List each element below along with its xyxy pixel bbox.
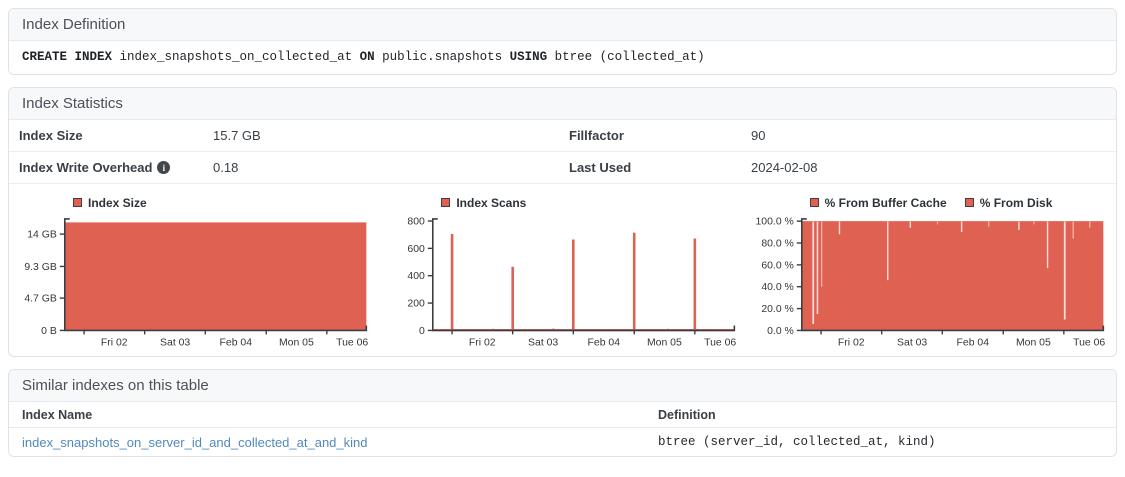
legend-swatch-icon bbox=[810, 198, 819, 207]
svg-text:80.0 %: 80.0 % bbox=[761, 238, 794, 249]
stats-row: Index Size 15.7 GB Fillfactor 90 bbox=[9, 120, 1116, 152]
stat-value-index-size: 15.7 GB bbox=[213, 128, 569, 143]
similar-indexes-table: Index Name Definition index_snapshots_on… bbox=[9, 402, 1116, 456]
svg-text:Tue 06: Tue 06 bbox=[704, 337, 736, 348]
svg-text:800: 800 bbox=[408, 216, 426, 227]
svg-text:Sat 03: Sat 03 bbox=[160, 337, 190, 348]
legend-label: % From Buffer Cache bbox=[825, 196, 947, 210]
stat-value-last-used: 2024-02-08 bbox=[751, 160, 1106, 175]
chart-canvas: 0.0 % 20.0 % 40.0 % 60.0 % 80.0 % 100.0 % Fri … bbox=[752, 211, 1110, 352]
similar-indexes-table-header: Index Name Definition bbox=[9, 402, 1116, 428]
charts-row: Index Size 0 B 4.7 GB 9.3 GB 14 GB Fri 02 Sat… bbox=[9, 184, 1116, 356]
similar-indexes-panel: Similar indexes on this table Index Name… bbox=[8, 369, 1117, 457]
similar-index-link[interactable]: index_snapshots_on_server_id_and_collect… bbox=[22, 435, 367, 450]
svg-text:200: 200 bbox=[408, 299, 426, 310]
info-icon[interactable]: i bbox=[157, 161, 170, 174]
legend-label: Index Scans bbox=[456, 196, 526, 210]
sql-keyword: USING bbox=[510, 50, 555, 64]
chart-legend: Index Size bbox=[73, 194, 373, 211]
legend-item: % From Buffer Cache bbox=[810, 196, 947, 210]
sql-identifier: index_snapshots_on_collected_at bbox=[120, 50, 360, 64]
chart-legend: % From Buffer Cache % From Disk bbox=[810, 194, 1110, 211]
svg-text:Fri 02: Fri 02 bbox=[838, 337, 865, 348]
sql-identifier: public.snapshots bbox=[382, 50, 510, 64]
stat-label-index-size: Index Size bbox=[19, 128, 213, 143]
svg-text:100.0 %: 100.0 % bbox=[755, 217, 793, 228]
legend-item: % From Disk bbox=[965, 196, 1053, 210]
stat-label-last-used: Last Used bbox=[569, 160, 751, 175]
chart-legend: Index Scans bbox=[441, 194, 741, 211]
svg-text:Feb 04: Feb 04 bbox=[588, 337, 621, 348]
index-definition-sql: CREATE INDEX index_snapshots_on_collecte… bbox=[9, 41, 1116, 74]
svg-text:600: 600 bbox=[408, 244, 426, 255]
svg-text:60.0 %: 60.0 % bbox=[761, 260, 794, 271]
svg-text:4.7 GB: 4.7 GB bbox=[24, 294, 57, 305]
sql-identifier: btree (collected_at) bbox=[555, 50, 705, 64]
chart-canvas: 0 200 400 600 800 Fri 02 Sat 03 Feb 04 Mon 05 Tue… bbox=[383, 211, 741, 352]
column-header-definition: Definition bbox=[658, 408, 1103, 422]
legend-item: Index Size bbox=[73, 196, 147, 210]
buffer-cache-disk-chart: % From Buffer Cache % From Disk 0.0 % 20.0… bbox=[752, 192, 1110, 352]
svg-text:Sat 03: Sat 03 bbox=[528, 337, 558, 348]
legend-item: Index Scans bbox=[441, 196, 526, 210]
legend-swatch-icon bbox=[965, 198, 974, 207]
stat-label-fillfactor: Fillfactor bbox=[569, 128, 751, 143]
index-statistics-panel: Index Statistics Index Size 15.7 GB Fill… bbox=[8, 87, 1117, 357]
index-definition-panel: Index Definition CREATE INDEX index_snap… bbox=[8, 8, 1117, 75]
svg-text:Mon 05: Mon 05 bbox=[279, 337, 314, 348]
svg-text:20.0 %: 20.0 % bbox=[761, 304, 794, 315]
svg-text:400: 400 bbox=[408, 271, 426, 282]
legend-swatch-icon bbox=[73, 198, 82, 207]
stat-value-fillfactor: 90 bbox=[751, 128, 1106, 143]
sql-keyword: CREATE INDEX bbox=[22, 50, 120, 64]
svg-text:Fri 02: Fri 02 bbox=[101, 337, 128, 348]
table-row: index_snapshots_on_server_id_and_collect… bbox=[9, 428, 1116, 456]
svg-text:0 B: 0 B bbox=[41, 326, 57, 337]
stat-label-index-write-overhead: Index Write Overhead i bbox=[19, 160, 213, 175]
svg-text:Feb 04: Feb 04 bbox=[956, 337, 989, 348]
svg-text:Mon 05: Mon 05 bbox=[647, 337, 682, 348]
column-header-index-name: Index Name bbox=[22, 408, 658, 422]
svg-text:40.0 %: 40.0 % bbox=[761, 282, 794, 293]
index-definition-title: Index Definition bbox=[9, 9, 1116, 41]
similar-index-definition: btree (server_id, collected_at, kind) bbox=[658, 435, 1103, 449]
svg-text:9.3 GB: 9.3 GB bbox=[24, 262, 57, 273]
svg-text:Feb 04: Feb 04 bbox=[220, 337, 253, 348]
svg-text:Fri 02: Fri 02 bbox=[469, 337, 496, 348]
legend-swatch-icon bbox=[441, 198, 450, 207]
stat-label-text: Fillfactor bbox=[569, 128, 624, 143]
page: Index Definition CREATE INDEX index_snap… bbox=[0, 0, 1125, 477]
svg-text:Tue 06: Tue 06 bbox=[1073, 337, 1105, 348]
svg-text:14 GB: 14 GB bbox=[27, 230, 57, 241]
stats-row: Index Write Overhead i 0.18 Last Used 20… bbox=[9, 152, 1116, 184]
legend-label: Index Size bbox=[88, 196, 147, 210]
index-statistics-title: Index Statistics bbox=[9, 88, 1116, 120]
stat-label-text: Index Write Overhead bbox=[19, 160, 152, 175]
index-size-chart: Index Size 0 B 4.7 GB 9.3 GB 14 GB Fri 02 Sat… bbox=[15, 192, 373, 352]
index-scans-chart: Index Scans 0 200 400 600 800 Fri 02 Sat 03 Feb… bbox=[383, 192, 741, 352]
stat-value-index-write-overhead: 0.18 bbox=[213, 160, 569, 175]
stat-label-text: Index Size bbox=[19, 128, 83, 143]
chart-canvas: 0 B 4.7 GB 9.3 GB 14 GB Fri 02 Sat 03 Feb 04 Mo… bbox=[15, 211, 373, 352]
svg-text:0.0 %: 0.0 % bbox=[767, 326, 794, 337]
sql-keyword: ON bbox=[360, 50, 383, 64]
similar-indexes-title: Similar indexes on this table bbox=[9, 370, 1116, 402]
svg-text:Tue 06: Tue 06 bbox=[336, 337, 368, 348]
legend-label: % From Disk bbox=[980, 196, 1053, 210]
svg-text:Mon 05: Mon 05 bbox=[1016, 337, 1051, 348]
stat-label-text: Last Used bbox=[569, 160, 631, 175]
svg-text:0: 0 bbox=[419, 326, 425, 337]
svg-text:Sat 03: Sat 03 bbox=[897, 337, 927, 348]
